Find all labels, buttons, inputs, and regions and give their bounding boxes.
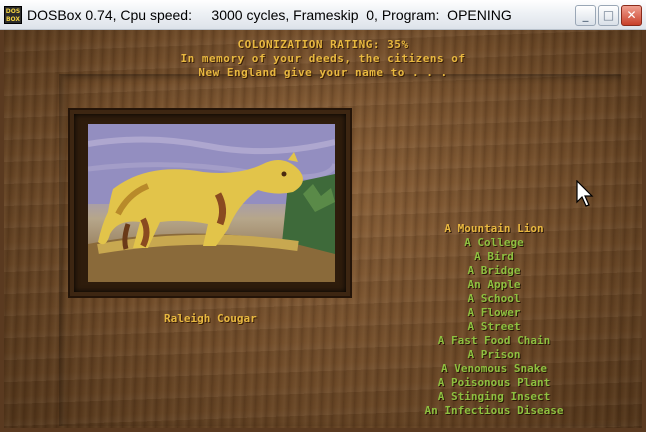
naming-option[interactable]: A Bird xyxy=(399,250,589,264)
mouse-pointer-icon xyxy=(576,180,594,207)
dosbox-icon[interactable]: DOS BOX xyxy=(4,6,22,24)
memorial-line: In memory of your deeds, the citizens of xyxy=(180,52,466,65)
painting-frame xyxy=(70,110,350,296)
dosbox-window: DOS BOX DOSBox 0.74, Cpu speed: 3000 cyc… xyxy=(0,0,646,432)
naming-option[interactable]: A Bridge xyxy=(399,264,589,278)
naming-option[interactable]: A Stinging Insect xyxy=(399,390,589,404)
cougar-illustration xyxy=(88,124,335,282)
cougar-painting xyxy=(88,124,335,282)
rating-header: COLONIZATION RATING: 35% In memory of yo… xyxy=(4,38,642,80)
memorial-line-2: New England give your name to . . . xyxy=(198,66,448,79)
colonization-rating: COLONIZATION RATING: 35% xyxy=(237,38,409,51)
close-button[interactable]: ✕ xyxy=(621,5,642,26)
naming-option[interactable]: An Apple xyxy=(399,278,589,292)
naming-option[interactable]: An Infectious Disease xyxy=(399,404,589,418)
naming-options-list: A Mountain Lion A College A Bird A Bridge An… xyxy=(399,222,589,418)
window-title: DOSBox 0.74, Cpu speed: 3000 cycles, Fra… xyxy=(27,7,512,23)
naming-option[interactable]: A Venomous Snake xyxy=(399,362,589,376)
naming-option[interactable]: A Poisonous Plant xyxy=(399,376,589,390)
naming-option[interactable]: A Prison xyxy=(399,348,589,362)
title-bar[interactable]: DOS BOX DOSBox 0.74, Cpu speed: 3000 cyc… xyxy=(0,0,646,30)
name-caption: Raleigh Cougar xyxy=(164,312,257,325)
minimize-button[interactable]: _ xyxy=(575,5,596,26)
naming-option[interactable]: A Flower xyxy=(399,306,589,320)
naming-option[interactable]: A Mountain Lion xyxy=(399,222,589,236)
naming-option[interactable]: A School xyxy=(399,292,589,306)
maximize-button[interactable]: □ xyxy=(598,5,619,26)
naming-option[interactable]: A College xyxy=(399,236,589,250)
game-screen[interactable]: COLONIZATION RATING: 35% In memory of yo… xyxy=(4,30,642,428)
naming-option[interactable]: A Street xyxy=(399,320,589,334)
naming-option[interactable]: A Fast Food Chain xyxy=(399,334,589,348)
